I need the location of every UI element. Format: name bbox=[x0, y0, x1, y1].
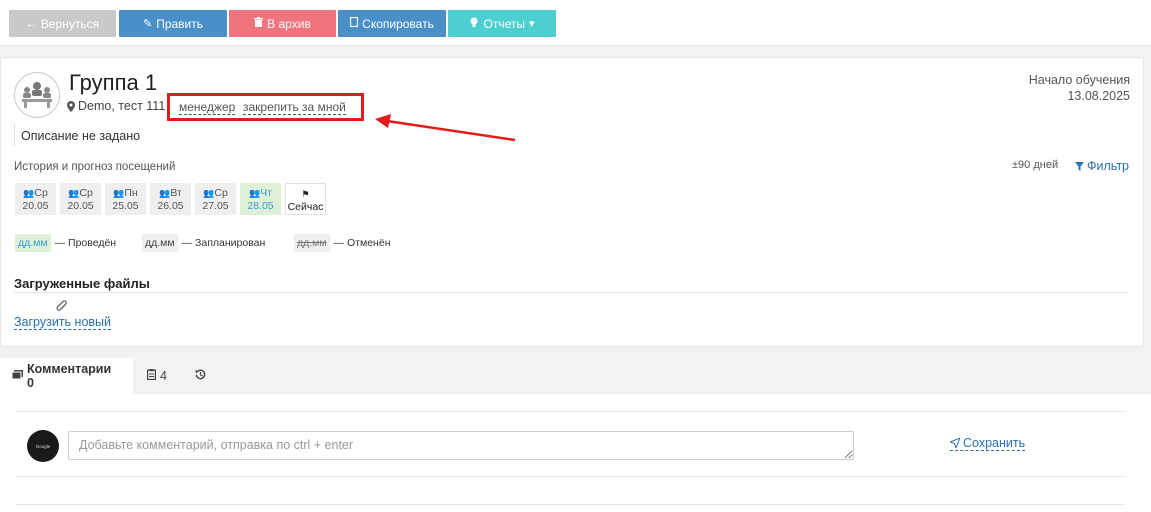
assign-to-me-link[interactable]: закрепить за мной bbox=[243, 100, 346, 115]
attendance-cells: 👥Ср 20.05 👥Ср 20.05 👥Пн 25.05 👥Вт 26.05 … bbox=[15, 183, 326, 215]
edit-button-label: Править bbox=[156, 16, 204, 31]
action-toolbar: ← Вернуться ✎ Править В архив Скопироват… bbox=[0, 0, 1151, 46]
archive-button[interactable]: В архив bbox=[229, 10, 336, 37]
cell-date: 26.05 bbox=[157, 200, 184, 212]
cell-day: Ср bbox=[34, 187, 48, 199]
attendance-range[interactable]: ±90 дней bbox=[1012, 159, 1058, 171]
cell-day: Вт bbox=[170, 187, 182, 199]
clipboard-icon bbox=[147, 369, 157, 383]
caret-down-icon: ▾ bbox=[528, 18, 535, 30]
divider bbox=[14, 292, 1128, 293]
cell-day: Чт bbox=[260, 187, 273, 199]
users-icon: 👥 bbox=[23, 188, 35, 198]
legend-planned-text: — Запланирован bbox=[181, 237, 266, 249]
reports-button-label: Отчеты bbox=[483, 16, 525, 31]
divider bbox=[16, 411, 1124, 412]
attendance-cell[interactable]: 👥Вт 26.05 bbox=[150, 183, 191, 215]
attendance-cell[interactable]: 👥Ср 20.05 bbox=[60, 183, 101, 215]
history-icon bbox=[195, 369, 206, 383]
save-comment-label: Сохранить bbox=[963, 436, 1026, 450]
divider bbox=[16, 476, 1124, 477]
copy-button-label: Скопировать bbox=[362, 16, 434, 31]
cell-day: Пн bbox=[124, 187, 138, 199]
group-avatar bbox=[14, 72, 60, 118]
legend-canceled-sample: дд.мм bbox=[294, 234, 330, 252]
legend-planned: дд.мм — Запланирован bbox=[142, 234, 265, 252]
attendance-cell[interactable]: 👥Пн 25.05 bbox=[105, 183, 146, 215]
copy-button[interactable]: Скопировать bbox=[338, 10, 446, 37]
back-button[interactable]: ← Вернуться bbox=[9, 10, 116, 37]
legend-canceled: дд.мм — Отменён bbox=[294, 234, 391, 252]
send-icon bbox=[950, 438, 960, 448]
group-icon bbox=[22, 82, 52, 108]
filter-button[interactable]: Фильтр bbox=[1075, 159, 1129, 173]
legend-planned-sample: дд.мм bbox=[142, 234, 178, 252]
now-cell[interactable]: ⚑ Сейчас bbox=[285, 183, 326, 215]
attendance-cell[interactable]: 👥Ср 20.05 bbox=[15, 183, 56, 215]
reports-icon bbox=[469, 17, 479, 30]
tab-bar: Комментарии 0 4 bbox=[0, 358, 1151, 394]
tab-tasks[interactable]: 4 bbox=[135, 358, 179, 394]
files-title: Загруженные файлы bbox=[14, 276, 150, 291]
tab-history[interactable] bbox=[183, 358, 218, 394]
legend-done-sample: дд.мм bbox=[15, 234, 51, 252]
cell-date: 20.05 bbox=[67, 200, 94, 212]
user-avatar: Google bbox=[27, 430, 59, 462]
cell-date: 27.05 bbox=[202, 200, 229, 212]
group-location-text: Demo, тест 111 bbox=[78, 99, 166, 113]
back-button-label: Вернуться bbox=[40, 16, 100, 31]
manager-link[interactable]: менеджер bbox=[179, 100, 236, 115]
save-comment-button[interactable]: Сохранить bbox=[950, 436, 1026, 451]
cell-day: Ср bbox=[79, 187, 93, 199]
upload-new-link[interactable]: Загрузить новый bbox=[14, 315, 112, 330]
filter-icon bbox=[1075, 161, 1084, 171]
group-location: Demo, тест 111 bbox=[67, 99, 165, 113]
start-label: Начало обучения bbox=[1028, 73, 1130, 87]
tab-tasks-count: 4 bbox=[160, 369, 167, 383]
reports-dropdown-button[interactable]: Отчеты ▾ bbox=[448, 10, 556, 37]
flag-icon: ⚑ bbox=[301, 189, 310, 199]
attendance-cell[interactable]: 👥Ср 27.05 bbox=[195, 183, 236, 215]
cell-date: 20.05 bbox=[22, 200, 49, 212]
map-marker-icon bbox=[67, 100, 75, 112]
copy-icon bbox=[350, 16, 359, 30]
cell-day: Ср bbox=[214, 187, 228, 199]
group-card: Группа 1 Demo, тест 111 менеджер закрепи… bbox=[0, 57, 1144, 347]
edit-button[interactable]: ✎ Править bbox=[119, 10, 227, 37]
users-icon: 👥 bbox=[203, 188, 215, 198]
annotation-arrow bbox=[375, 114, 516, 142]
users-icon: 👥 bbox=[68, 188, 80, 198]
users-icon: 👥 bbox=[248, 188, 261, 198]
comment-input[interactable] bbox=[68, 431, 854, 460]
archive-button-label: В архив bbox=[267, 16, 311, 31]
filter-label: Фильтр bbox=[1087, 159, 1129, 173]
cell-date: 25.05 bbox=[112, 200, 139, 212]
legend-done-text: — Проведён bbox=[54, 237, 117, 249]
legend-done: дд.мм — Проведён bbox=[15, 234, 116, 252]
start-date: 13.08.2025 bbox=[1067, 89, 1130, 103]
legend-canceled-text: — Отменён bbox=[333, 237, 391, 249]
divider bbox=[16, 504, 1124, 505]
pencil-icon: ✎ bbox=[142, 18, 153, 30]
group-description: Описание не задано bbox=[14, 124, 140, 146]
comments-panel: Google Сохранить bbox=[0, 394, 1151, 512]
avatar-text: Google bbox=[35, 443, 51, 449]
tab-comments-label: Комментарии 0 bbox=[27, 362, 112, 390]
users-icon: 👥 bbox=[159, 188, 171, 198]
users-icon: 👥 bbox=[113, 188, 125, 198]
attendance-title: История и прогноз посещений bbox=[14, 161, 176, 173]
comments-icon bbox=[11, 369, 23, 383]
trash-icon bbox=[254, 17, 264, 30]
cell-date: 28.05 bbox=[247, 200, 274, 212]
now-label: Сейчас bbox=[287, 201, 324, 213]
attendance-cell[interactable]: 👥Чт 28.05 bbox=[240, 183, 281, 215]
tab-comments[interactable]: Комментарии 0 bbox=[0, 358, 133, 394]
group-title: Группа 1 bbox=[69, 70, 158, 95]
arrow-left-icon: ← bbox=[25, 17, 37, 30]
